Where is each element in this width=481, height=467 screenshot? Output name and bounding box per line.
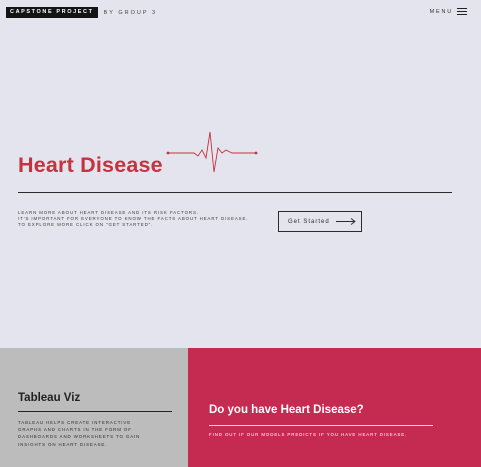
page-title: Heart Disease	[18, 153, 163, 177]
get-started-label: Get Started	[288, 218, 330, 225]
tableau-viz-divider	[18, 411, 172, 413]
tableau-viz-panel[interactable]: Tableau Viz TABLEAU HELPS CREATE INTERAC…	[0, 348, 188, 467]
prediction-title[interactable]: Do you have Heart Disease?	[209, 404, 364, 416]
prediction-divider	[209, 425, 433, 426]
tableau-description-line: INSIGHTS ON HEART DISEASE.	[18, 441, 108, 447]
hero-description: LEARN MORE ABOUT HEART DISEASE AND ITS R…	[18, 210, 288, 229]
brand-label[interactable]: CAPSTONE PROJECT	[6, 7, 98, 18]
byline-label: BY GROUP 3	[103, 9, 157, 16]
prediction-description: FIND OUT IF OUR MODELS PREDICTS IF YOU H…	[209, 432, 408, 437]
menu-label: MENU	[429, 8, 453, 15]
hero-divider	[18, 192, 452, 194]
tableau-viz-title[interactable]: Tableau Viz	[18, 392, 80, 404]
tableau-viz-description: TABLEAU HELPS CREATE INTERACTIVE GRAPHS …	[18, 419, 178, 448]
tableau-description-line: DASHBOARDS AND WORKSHEETS TO GAIN	[18, 434, 141, 440]
hero-description-line: TO EXPLORE MORE CLICK ON "GET STARTED".	[18, 222, 154, 228]
heartbeat-pulse-icon	[166, 131, 258, 173]
long-arrow-right-icon	[335, 218, 356, 225]
header-left: CAPSTONE PROJECT BY GROUP 3	[6, 7, 157, 18]
tableau-description-line: GRAPHS AND CHARTS IN THE FORM OF	[18, 427, 132, 433]
hamburger-icon	[457, 8, 467, 15]
menu-button[interactable]: MENU	[430, 8, 467, 15]
prediction-panel[interactable]: Do you have Heart Disease? FIND OUT IF O…	[188, 348, 481, 467]
tableau-description-line: TABLEAU HELPS CREATE INTERACTIVE	[18, 420, 132, 425]
get-started-button[interactable]: Get Started	[278, 211, 362, 232]
